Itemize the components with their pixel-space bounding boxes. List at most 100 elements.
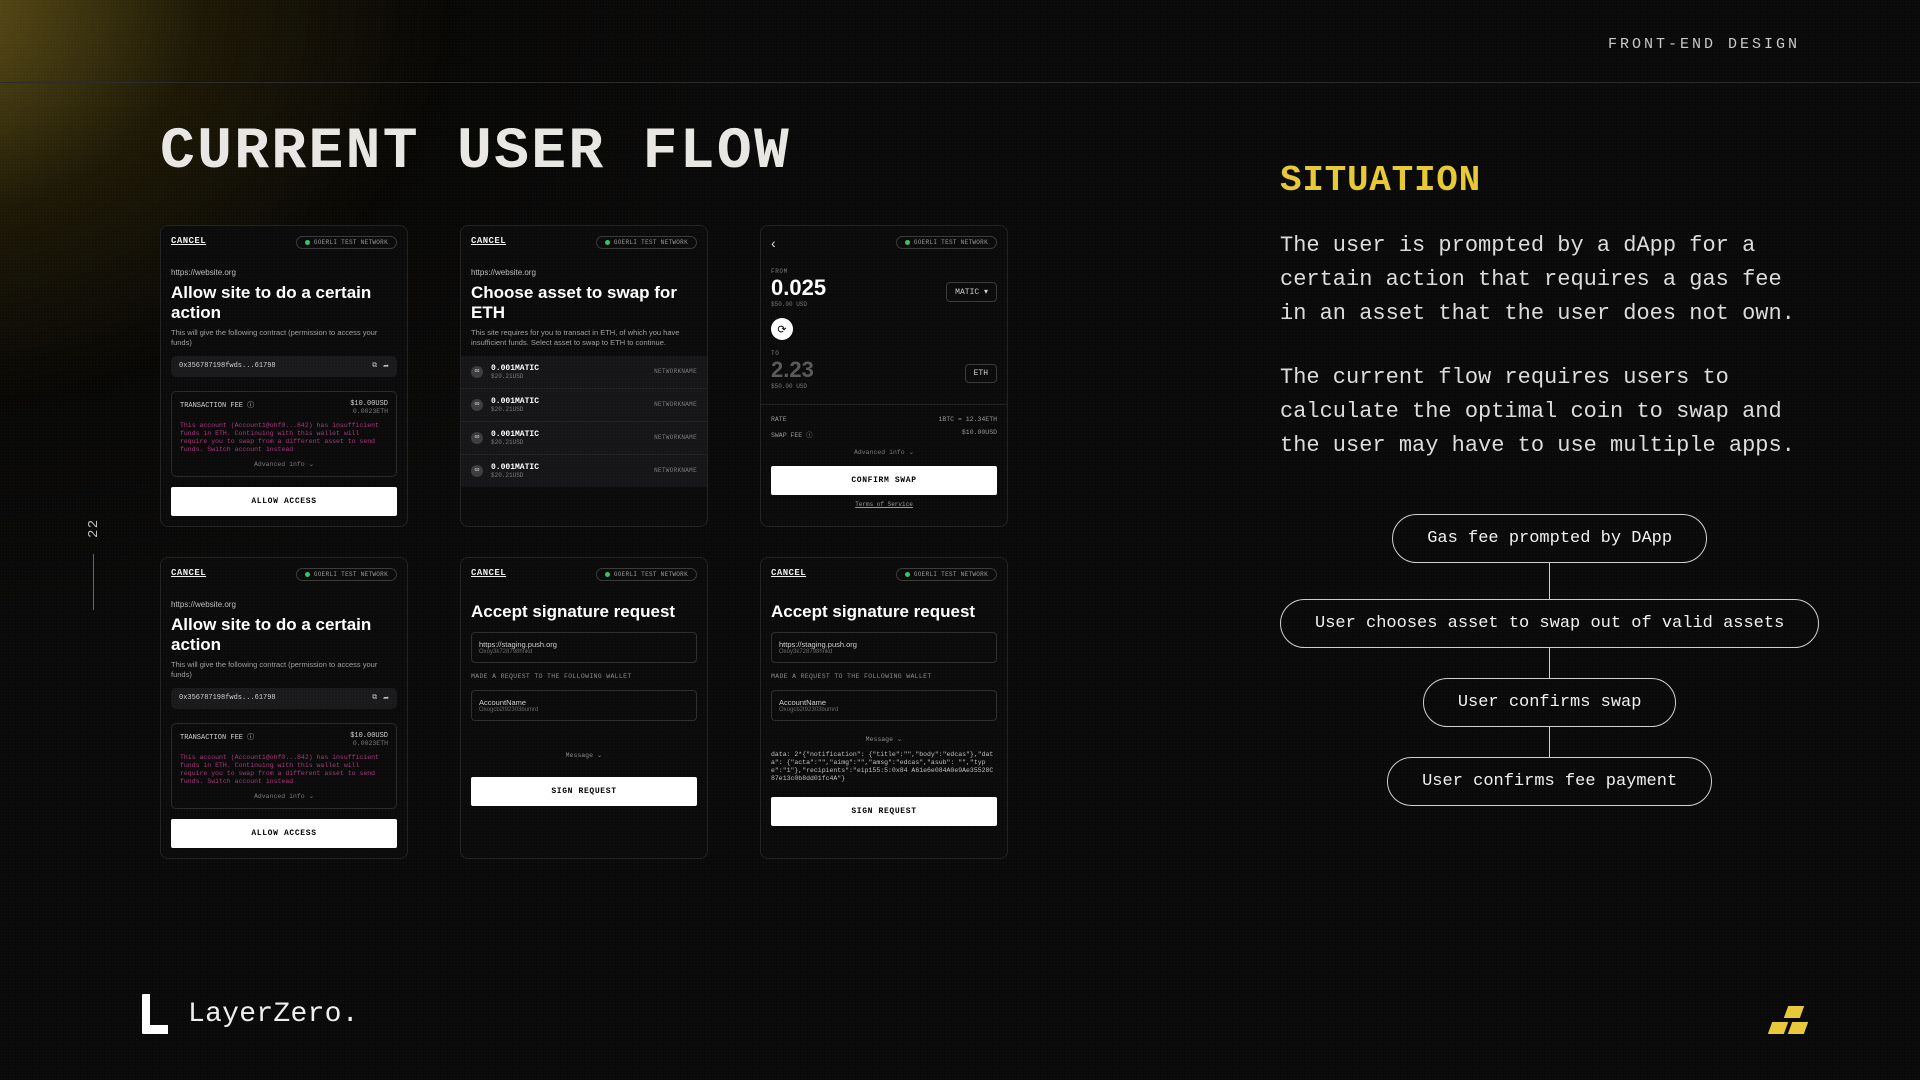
fee-eth: 0.0023ETH xyxy=(353,408,388,415)
asset-row[interactable]: ∞ 0.001MATIC$20.21USD NETWORKNAME xyxy=(461,421,707,454)
asset-network: NETWORKNAME xyxy=(654,434,697,441)
insufficient-warning: This account (Account1@ohf0...842) has i… xyxy=(180,422,388,455)
link-icon: ∞ xyxy=(471,432,483,444)
address-text: 0x356787198fwds...61798 xyxy=(179,694,276,702)
sig-site-box: https://staging.push.org Oxoy3k728798hnk… xyxy=(771,632,997,663)
flow-connector xyxy=(1549,648,1550,678)
swap-direction-icon[interactable]: ⟳ xyxy=(771,318,793,340)
sign-request-button[interactable]: SIGN REQUEST xyxy=(471,777,697,806)
share-icon[interactable]: ➦ xyxy=(383,362,389,371)
message-expand[interactable]: Message ⌄ xyxy=(771,735,997,743)
advanced-toggle[interactable]: Advanced info ⌄ xyxy=(771,448,997,456)
network-pill[interactable]: GOERLI TEST NETWORK xyxy=(896,568,997,581)
asset-row[interactable]: ∞0.001MATIC$20.21USDNETWORKNAME xyxy=(461,388,707,421)
terms-link[interactable]: Terms of Service xyxy=(771,501,997,508)
sig-json-payload: data: 2*{"notification": {"title":"","bo… xyxy=(771,751,997,784)
copy-icon[interactable]: ⧉ xyxy=(372,362,377,371)
allow-access-button[interactable]: ALLOW ACCESS xyxy=(171,819,397,848)
link-icon: ∞ xyxy=(471,366,483,378)
asset-network: NETWORKNAME xyxy=(654,467,697,474)
allow-title: Allow site to do a certain action xyxy=(171,283,397,322)
advanced-toggle[interactable]: Advanced info ⌄ xyxy=(180,460,388,468)
contract-address[interactable]: 0x356787198fwds...61798 ⧉ ➦ xyxy=(171,688,397,709)
fee-label: TRANSACTION FEE ⓘ xyxy=(180,400,254,416)
back-icon[interactable]: ‹ xyxy=(771,235,776,251)
asset-network: NETWORKNAME xyxy=(654,368,697,375)
site-url: https://website.org xyxy=(171,268,397,277)
asset-list: ∞0.001MATIC$20.21USDNETWORKNAME∞0.001MAT… xyxy=(461,356,707,487)
asset-usd: $20.21USD xyxy=(491,439,539,446)
share-icon[interactable]: ➦ xyxy=(383,694,389,703)
cancel-button[interactable]: CANCEL xyxy=(771,568,806,578)
mock-allow-access: CANCEL GOERLI TEST NETWORK https://websi… xyxy=(160,225,408,527)
sig-title: Accept signature request xyxy=(471,602,697,622)
sig-account: AccountName xyxy=(779,698,989,707)
sig-url-sub: Oxoy3k728798hnkd xyxy=(779,649,989,655)
from-coin-selector[interactable]: MATIC ▾ xyxy=(946,282,997,302)
allow-title: Allow site to do a certain action xyxy=(171,615,397,654)
corner-decor-icon xyxy=(1766,990,1810,1034)
asset-network: NETWORKNAME xyxy=(654,401,697,408)
address-text: 0x356787198fwds...61798 xyxy=(179,362,276,370)
flow-step-1: Gas fee prompted by DApp xyxy=(1392,514,1707,563)
advanced-toggle[interactable]: Advanced info ⌄ xyxy=(180,792,388,800)
network-pill[interactable]: GOERLI TEST NETWORK xyxy=(896,236,997,249)
network-pill[interactable]: GOERLI TEST NETWORK xyxy=(596,236,697,249)
sig-wallet-label: MADE A REQUEST TO THE FOLLOWING WALLET xyxy=(471,673,697,680)
brand: LayerZero. xyxy=(140,994,359,1034)
sig-account-box: AccountName Oxogcb2t92303bumrd xyxy=(771,690,997,721)
swap-fee-value: $10.00USD xyxy=(962,429,997,439)
mock-choose-asset: CANCEL GOERLI TEST NETWORK https://websi… xyxy=(460,225,708,527)
to-usd: $50.00 USD xyxy=(771,383,814,390)
confirm-swap-button[interactable]: CONFIRM SWAP xyxy=(771,466,997,495)
network-pill[interactable]: GOERLI TEST NETWORK xyxy=(596,568,697,581)
cancel-button[interactable]: CANCEL xyxy=(471,568,506,578)
allow-access-button[interactable]: ALLOW ACCESS xyxy=(171,487,397,516)
to-coin-selector[interactable]: ETH xyxy=(965,364,997,383)
flow-step-4: User confirms fee payment xyxy=(1387,757,1712,806)
sig-url: https://staging.push.org xyxy=(479,640,689,649)
allow-sub: This will give the following contract (p… xyxy=(171,660,397,680)
flow-step-2: User chooses asset to swap out of valid … xyxy=(1280,599,1819,648)
asset-row[interactable]: ∞ 0.001MATIC$20.21USD NETWORKNAME xyxy=(461,454,707,487)
contract-address[interactable]: 0x356787198fwds...61798 ⧉ ➦ xyxy=(171,356,397,377)
link-icon: ∞ xyxy=(471,465,483,477)
choose-sub: This site requires for you to transact i… xyxy=(471,328,697,348)
mock-grid: CANCEL GOERLI TEST NETWORK https://websi… xyxy=(160,225,1090,859)
situation-para-1: The user is prompted by a dApp for a cer… xyxy=(1280,229,1819,331)
cancel-button[interactable]: CANCEL xyxy=(471,236,506,246)
sig-account: AccountName xyxy=(479,698,689,707)
asset-usd: $20.21USD xyxy=(491,406,539,413)
sig-wallet-label: MADE A REQUEST TO THE FOLLOWING WALLET xyxy=(771,673,997,680)
fee-usd: $10.00USD xyxy=(350,732,388,740)
asset-usd: $20.21USD xyxy=(491,472,539,479)
from-usd: $50.00 USD xyxy=(771,301,826,308)
flowchart: Gas fee prompted by DApp User chooses as… xyxy=(1280,514,1819,806)
sig-account-sub: Oxogcb2t92303bumrd xyxy=(479,707,689,713)
cancel-button[interactable]: CANCEL xyxy=(171,568,206,578)
asset-name: 0.001MATIC xyxy=(491,430,539,439)
fee-box: TRANSACTION FEE ⓘ $10.00USD 0.0023ETH Th… xyxy=(171,391,397,478)
fee-label: TRANSACTION FEE ⓘ xyxy=(180,732,254,748)
from-amount: 0.025 xyxy=(771,275,826,301)
message-expand[interactable]: Message ⌄ xyxy=(471,751,697,759)
site-url: https://website.org xyxy=(471,268,697,277)
sign-request-button[interactable]: SIGN REQUEST xyxy=(771,797,997,826)
mock-allow-access-2: CANCEL GOERLI TEST NETWORK https://websi… xyxy=(160,557,408,859)
sig-url-sub: Oxoy3k728798hnkd xyxy=(479,649,689,655)
asset-row[interactable]: ∞0.001MATIC$20.21USDNETWORKNAME xyxy=(461,356,707,388)
fee-eth: 0.0023ETH xyxy=(353,740,388,747)
layerzero-logo-icon xyxy=(140,994,172,1034)
asset-name: 0.001MATIC xyxy=(491,463,539,472)
flow-connector xyxy=(1549,727,1550,757)
asset-usd: $20.21USD xyxy=(491,373,539,380)
network-pill[interactable]: GOERLI TEST NETWORK xyxy=(296,568,397,581)
sig-title: Accept signature request xyxy=(771,602,997,622)
mock-confirm-swap: ‹ GOERLI TEST NETWORK FROM 0.025 $50.00 … xyxy=(760,225,1008,527)
flow-connector xyxy=(1549,563,1550,599)
cancel-button[interactable]: CANCEL xyxy=(171,236,206,246)
network-pill[interactable]: GOERLI TEST NETWORK xyxy=(296,236,397,249)
rate-value: 1BTC = 12.34ETH xyxy=(938,416,997,423)
sig-site-box: https://staging.push.org Oxoy3k728798hnk… xyxy=(471,632,697,663)
copy-icon[interactable]: ⧉ xyxy=(372,694,377,703)
